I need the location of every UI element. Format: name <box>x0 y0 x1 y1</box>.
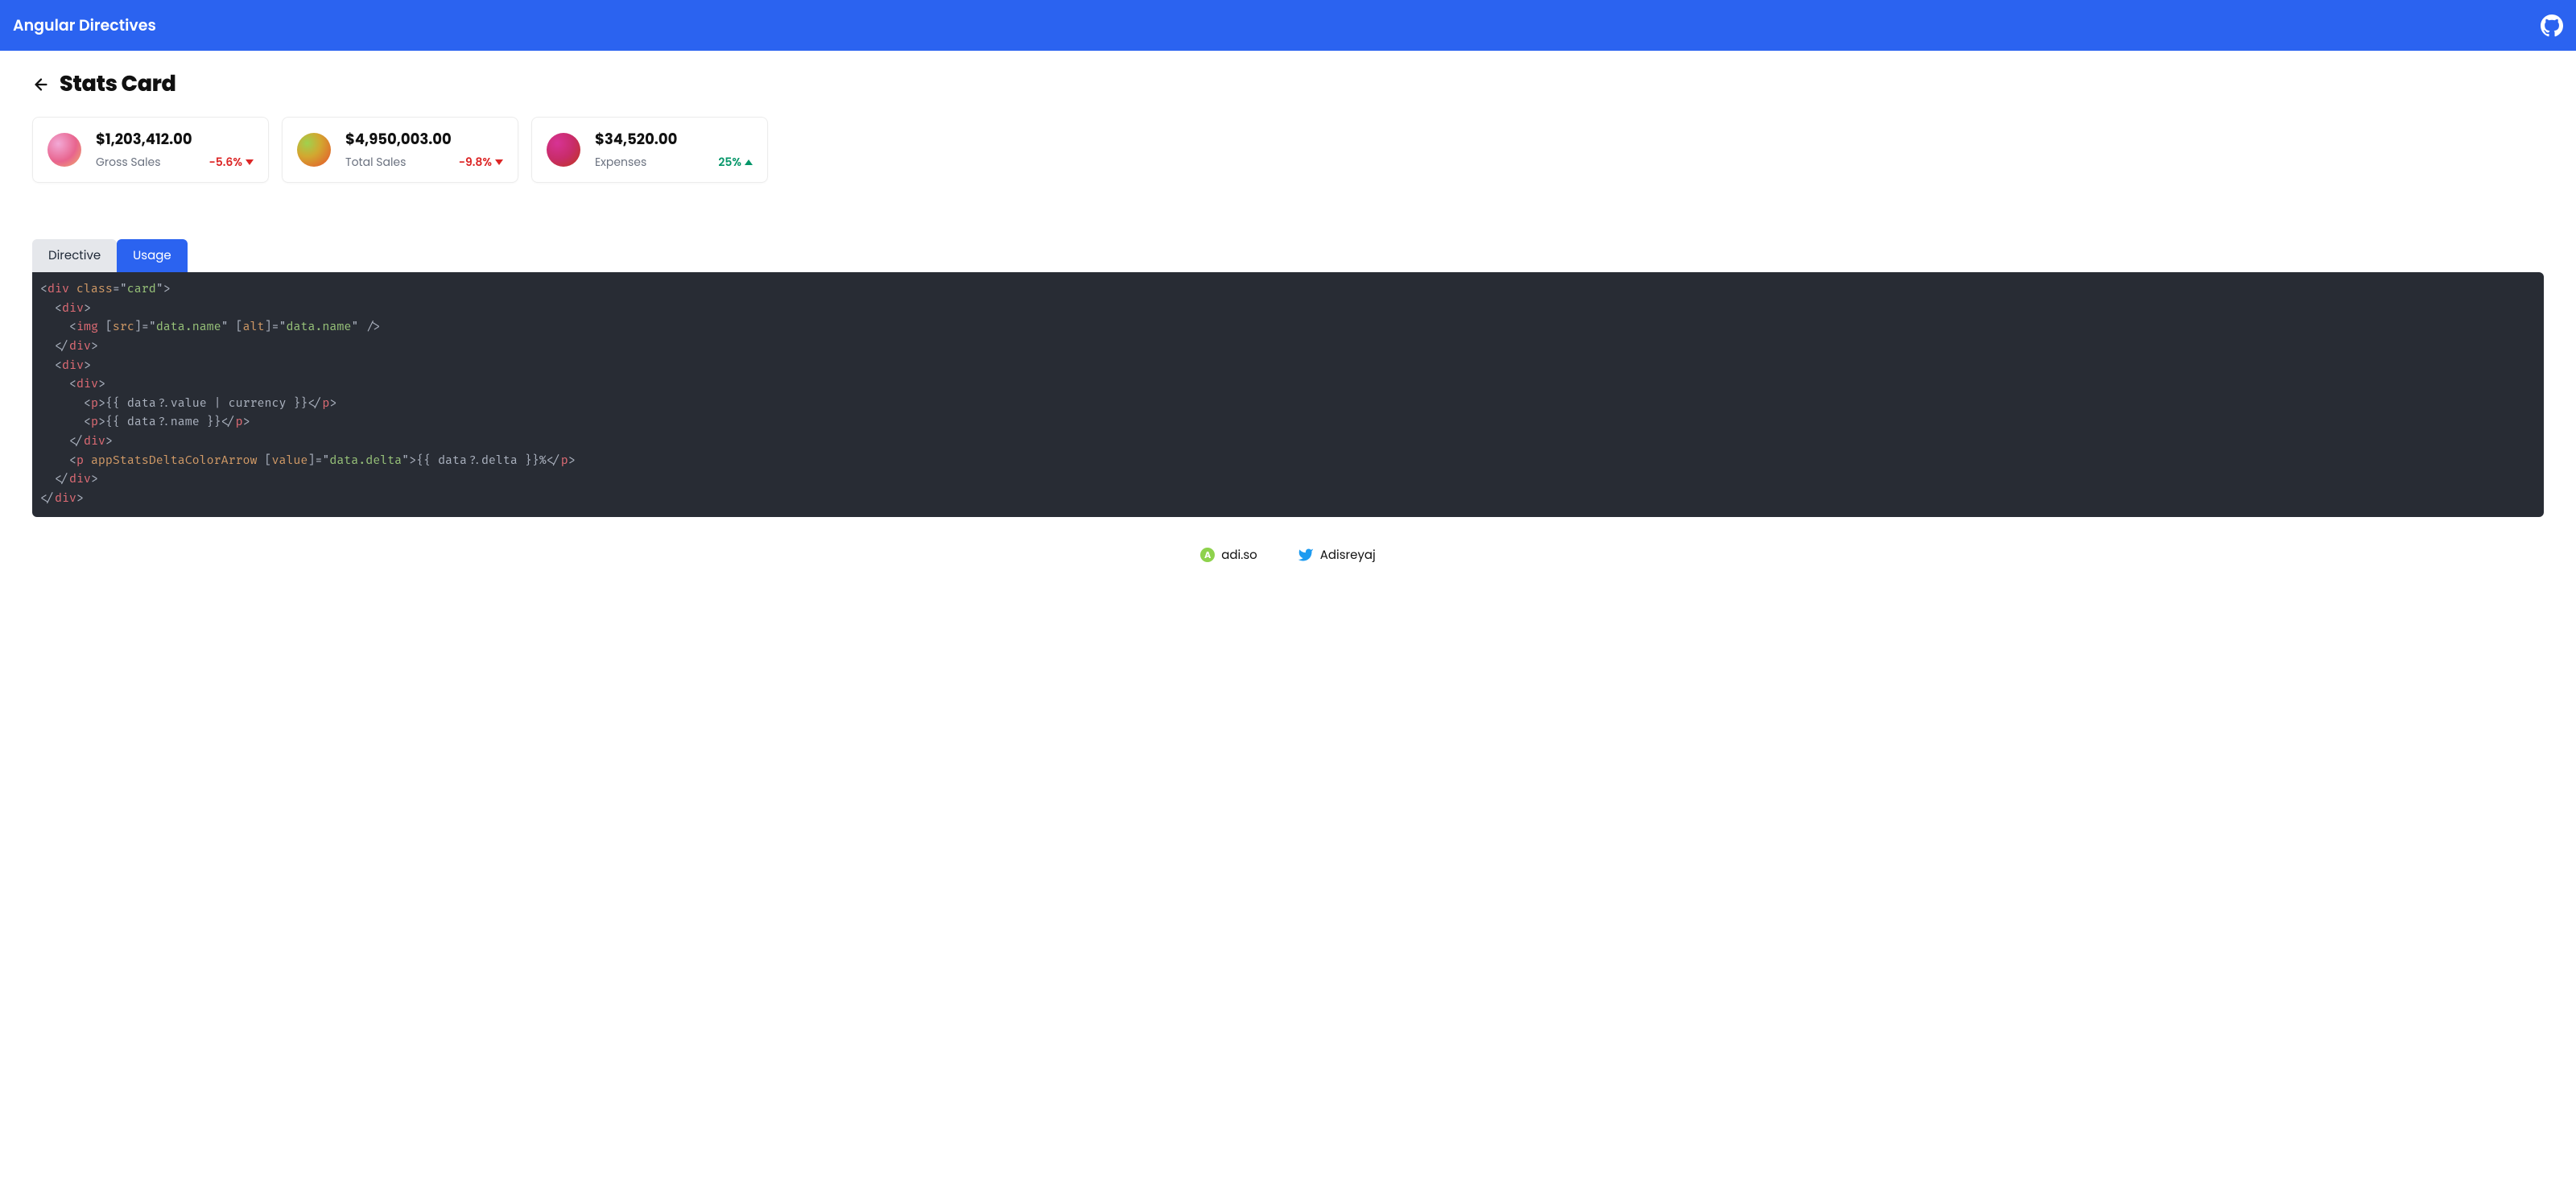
github-link[interactable] <box>2541 14 2563 37</box>
arrow-left-icon <box>32 76 50 93</box>
twitter-label: Adisreyaj <box>1320 546 1376 565</box>
stats-card: $4,950,003.00 Total Sales -9.8% <box>282 117 518 183</box>
code-block: <div class="card"><div><img [src]="data.… <box>32 272 2544 517</box>
arrow-up-icon <box>745 159 753 165</box>
app-title: Angular Directives <box>13 14 156 37</box>
card-delta: 25% <box>718 154 753 171</box>
card-value: $34,520.00 <box>595 129 753 151</box>
card-sub-row: Total Sales -9.8% <box>345 154 503 171</box>
card-icon <box>297 133 331 167</box>
footer: adi.so Adisreyaj <box>0 540 2576 584</box>
card-name: Total Sales <box>345 154 406 171</box>
card-delta-value: -5.6% <box>209 154 242 171</box>
card-delta: -5.6% <box>209 154 254 171</box>
card-body: $4,950,003.00 Total Sales -9.8% <box>345 129 503 171</box>
tab-directive[interactable]: Directive <box>32 239 117 272</box>
card-body: $1,203,412.00 Gross Sales -5.6% <box>96 129 254 171</box>
card-delta-value: 25% <box>718 154 741 171</box>
twitter-link[interactable]: Adisreyaj <box>1298 546 1376 565</box>
stats-card: $34,520.00 Expenses 25% <box>531 117 768 183</box>
adiso-link[interactable]: adi.so <box>1200 546 1257 565</box>
card-body: $34,520.00 Expenses 25% <box>595 129 753 171</box>
card-value: $1,203,412.00 <box>96 129 254 151</box>
card-name: Expenses <box>595 154 646 171</box>
card-delta: -9.8% <box>459 154 503 171</box>
card-delta-value: -9.8% <box>459 154 492 171</box>
code-tabs: Directive Usage <box>32 239 2544 272</box>
stats-cards-row: $1,203,412.00 Gross Sales -5.6% $4,950,0… <box>32 117 2544 183</box>
card-icon <box>47 133 81 167</box>
card-sub-row: Expenses 25% <box>595 154 753 171</box>
card-sub-row: Gross Sales -5.6% <box>96 154 254 171</box>
adiso-icon <box>1200 548 1215 562</box>
back-button[interactable] <box>32 76 50 93</box>
arrow-down-icon <box>495 159 503 165</box>
twitter-icon <box>1298 547 1314 563</box>
page-header: Stats Card <box>32 68 2544 101</box>
card-value: $4,950,003.00 <box>345 129 503 151</box>
github-icon <box>2541 14 2563 37</box>
tab-usage[interactable]: Usage <box>117 239 188 272</box>
card-icon <box>547 133 580 167</box>
main-content: Stats Card $1,203,412.00 Gross Sales -5.… <box>0 51 2576 540</box>
page-title: Stats Card <box>60 68 176 101</box>
arrow-down-icon <box>246 159 254 165</box>
adiso-label: adi.so <box>1221 546 1257 565</box>
app-header: Angular Directives <box>0 0 2576 51</box>
stats-card: $1,203,412.00 Gross Sales -5.6% <box>32 117 269 183</box>
card-name: Gross Sales <box>96 154 161 171</box>
